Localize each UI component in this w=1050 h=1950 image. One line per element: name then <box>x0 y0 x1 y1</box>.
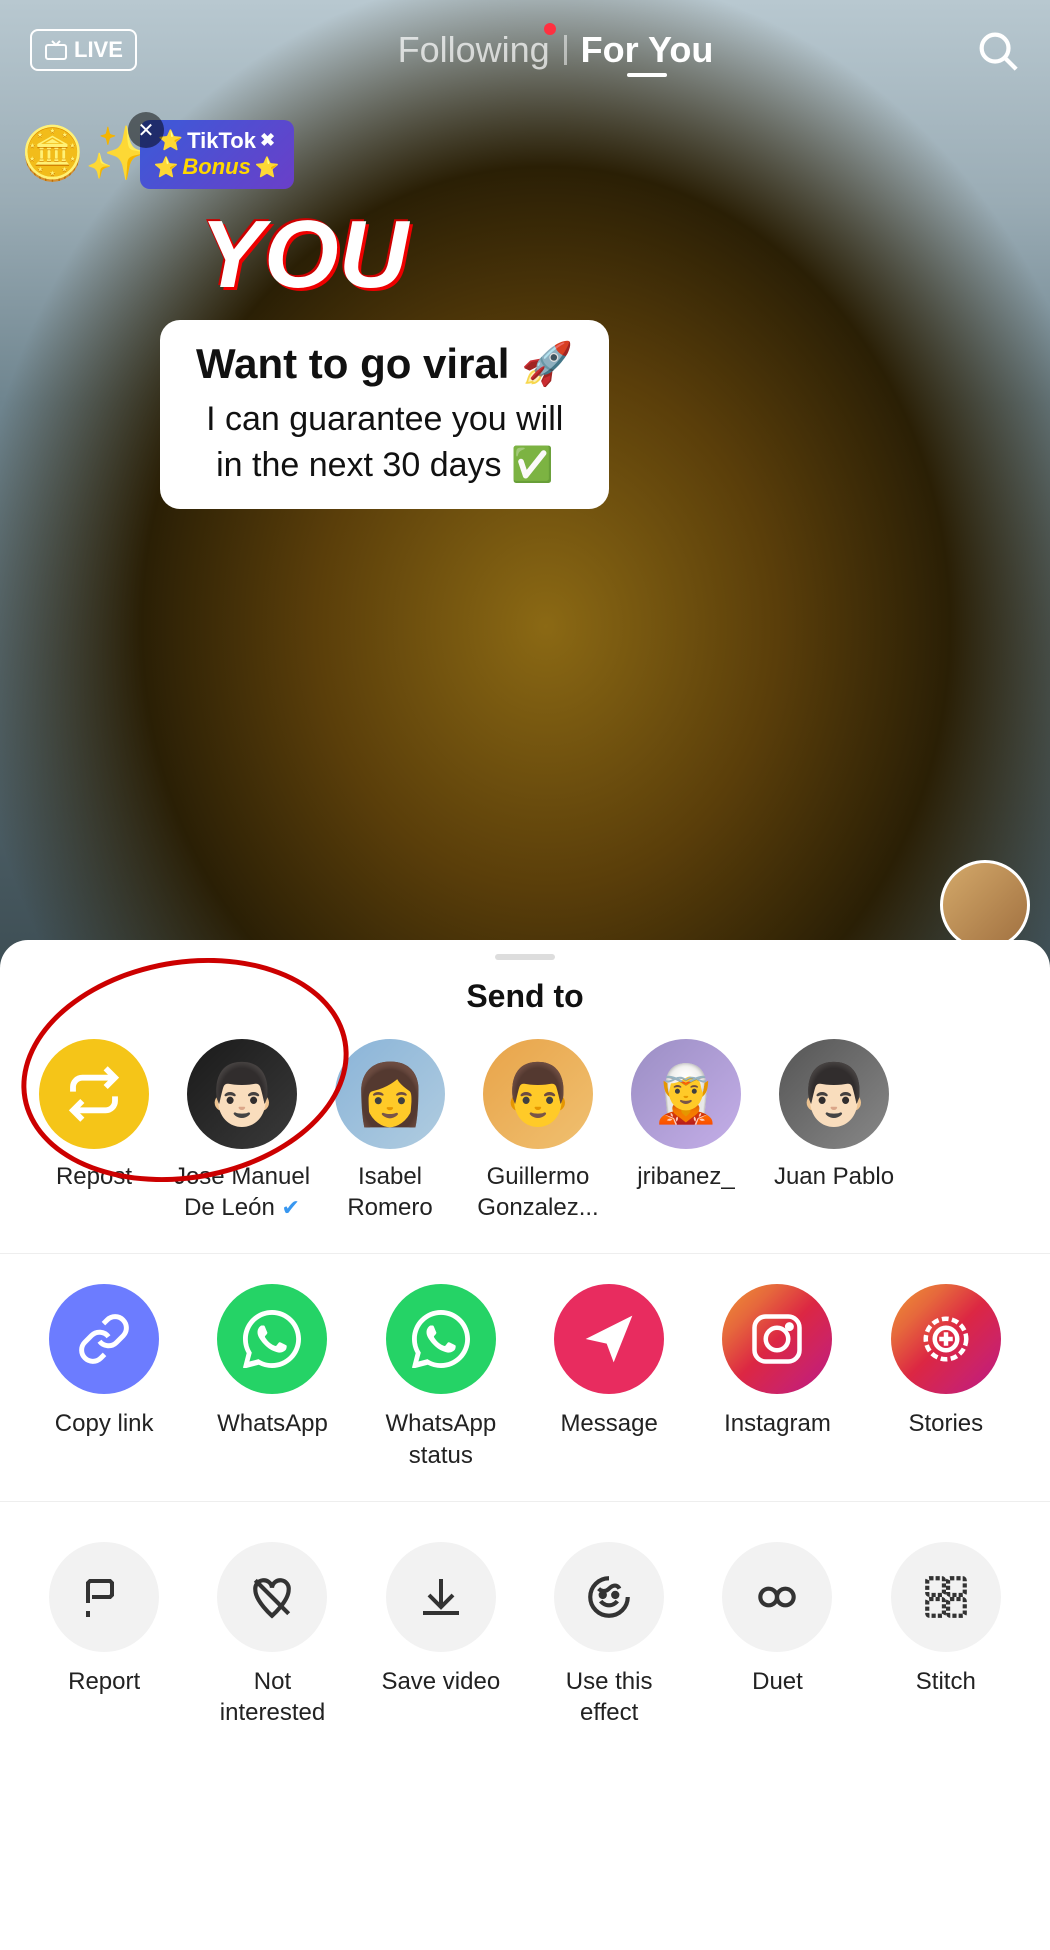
use-effect-icon <box>554 1542 664 1652</box>
repost-label: Repost <box>56 1161 132 1192</box>
you-text: YOU <box>200 200 408 310</box>
contact-juanpablo[interactable]: 👨🏻 Juan Pablo <box>760 1039 908 1192</box>
message-icon <box>554 1284 664 1394</box>
copy-link-icon <box>49 1284 159 1394</box>
tab-divider <box>564 35 567 65</box>
notification-dot <box>544 23 556 35</box>
nav-tabs: Following For You <box>398 29 714 71</box>
whatsapp-label: WhatsApp <box>217 1408 328 1439</box>
action-stitch[interactable]: Stitch <box>876 1542 1016 1697</box>
guillermo-label: GuillermoGonzalez... <box>477 1161 598 1223</box>
live-button[interactable]: LIVE <box>30 29 137 71</box>
isabel-avatar: 👩 <box>335 1039 445 1149</box>
viral-bubble: Want to go viral 🚀 I can guarantee you w… <box>160 320 609 509</box>
jribanez-avatar: 🧝 <box>631 1039 741 1149</box>
close-button[interactable]: ✕ <box>128 112 164 148</box>
app-whatsapp-status[interactable]: WhatsAppstatus <box>371 1284 511 1470</box>
share-sheet: Send to Repost 👨🏻 Jose ManuelDe León ✔ <box>0 940 1050 1950</box>
apps-row: Copy link WhatsApp WhatsAppstatus <box>0 1284 1050 1500</box>
contacts-row: Repost 👨🏻 Jose ManuelDe León ✔ 👩 IsabelR… <box>0 1039 1050 1253</box>
stories-icon <box>891 1284 1001 1394</box>
stitch-label: Stitch <box>916 1666 976 1697</box>
jribanez-label: jribanez_ <box>637 1161 734 1192</box>
message-label: Message <box>560 1408 657 1439</box>
stitch-icon <box>891 1542 1001 1652</box>
save-video-icon <box>386 1542 496 1652</box>
tab-following[interactable]: Following <box>398 29 550 71</box>
guillermo-avatar: 👨 <box>483 1039 593 1149</box>
action-report[interactable]: Report <box>34 1542 174 1697</box>
divider-1 <box>0 1253 1050 1254</box>
viral-line1: Want to go viral 🚀 <box>196 340 573 389</box>
instagram-icon <box>722 1284 832 1394</box>
not-interested-label: Notinterested <box>220 1666 325 1728</box>
video-area: LIVE Following For You ✕ 🪙✨ ⭐ TikT <box>0 0 1050 1010</box>
app-message[interactable]: Message <box>539 1284 679 1439</box>
app-copy-link[interactable]: Copy link <box>34 1284 174 1439</box>
duet-icon <box>722 1542 832 1652</box>
search-icon[interactable] <box>974 27 1020 73</box>
contact-guillermo[interactable]: 👨 GuillermoGonzalez... <box>464 1039 612 1223</box>
report-label: Report <box>68 1666 140 1697</box>
juanpablo-label: Juan Pablo <box>774 1161 894 1192</box>
report-icon <box>49 1542 159 1652</box>
jose-avatar: 👨🏻 <box>187 1039 297 1149</box>
contact-jose[interactable]: 👨🏻 Jose ManuelDe León ✔ <box>168 1039 316 1223</box>
app-whatsapp[interactable]: WhatsApp <box>202 1284 342 1439</box>
send-to-title: Send to <box>0 960 1050 1039</box>
action-save-video[interactable]: Save video <box>371 1542 511 1697</box>
not-interested-icon <box>217 1542 327 1652</box>
repost-avatar <box>39 1039 149 1149</box>
actions-row: Report Notinterested Save video <box>0 1532 1050 1728</box>
top-navigation: LIVE Following For You <box>0 0 1050 100</box>
tv-icon <box>44 38 68 62</box>
duet-label: Duet <box>752 1666 803 1697</box>
creator-avatar[interactable] <box>940 860 1030 950</box>
juanpablo-avatar: 👨🏻 <box>779 1039 889 1149</box>
whatsapp-status-icon <box>386 1284 496 1394</box>
action-use-effect[interactable]: Use thiseffect <box>539 1542 679 1728</box>
contact-jribanez[interactable]: 🧝 jribanez_ <box>612 1039 760 1192</box>
save-video-label: Save video <box>381 1666 500 1697</box>
live-label: LIVE <box>74 37 123 63</box>
use-effect-label: Use thiseffect <box>566 1666 653 1728</box>
action-not-interested[interactable]: Notinterested <box>202 1542 342 1728</box>
app-stories[interactable]: Stories <box>876 1284 1016 1439</box>
tab-foryou[interactable]: For You <box>581 29 714 71</box>
contact-isabel[interactable]: 👩 IsabelRomero <box>316 1039 464 1223</box>
whatsapp-status-label: WhatsAppstatus <box>385 1408 496 1470</box>
instagram-label: Instagram <box>724 1408 831 1439</box>
copy-link-label: Copy link <box>55 1408 154 1439</box>
contact-repost[interactable]: Repost <box>20 1039 168 1192</box>
whatsapp-icon <box>217 1284 327 1394</box>
isabel-label: IsabelRomero <box>347 1161 432 1223</box>
viral-line2: I can guarantee you willin the next 30 d… <box>196 397 573 489</box>
app-instagram[interactable]: Instagram <box>707 1284 847 1439</box>
stories-label: Stories <box>908 1408 983 1439</box>
jose-label: Jose ManuelDe León ✔ <box>174 1161 310 1223</box>
divider-2 <box>0 1501 1050 1502</box>
action-duet[interactable]: Duet <box>707 1542 847 1697</box>
